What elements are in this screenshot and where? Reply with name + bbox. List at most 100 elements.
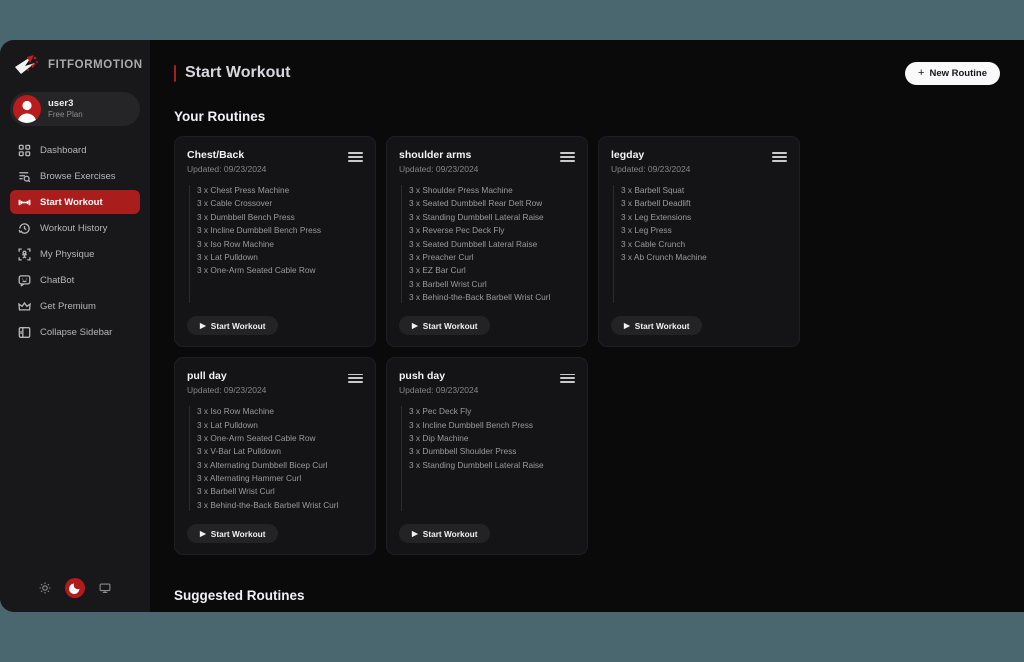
sidebar-item-label: Browse Exercises [40, 170, 116, 182]
exercise-item: 3 x Cable Crunch [621, 238, 686, 249]
hamburger-menu-icon[interactable] [560, 150, 575, 164]
sidebar-item-dashboard[interactable]: Dashboard [10, 138, 140, 162]
play-icon: ▶ [200, 528, 206, 538]
routine-card[interactable]: pull day Updated: 09/23/2024 3 x Iso Row… [174, 357, 376, 555]
page-title: Start Workout [185, 64, 291, 81]
routine-title: shoulder arms [399, 149, 472, 161]
start-workout-button[interactable]: ▶ Start Workout [399, 316, 491, 336]
exercise-list: 3 x Barbell Squat 3 x Barbell Deadlift 3… [613, 185, 787, 304]
routine-updated: Updated: 09/23/2024 [187, 164, 267, 174]
sidebar-item-start-workout[interactable]: Start Workout [10, 190, 140, 214]
exercise-item: 3 x One-Arm Seated Cable Row [197, 265, 316, 276]
sidebar-item-label: Collapse Sidebar [40, 326, 113, 338]
sidebar-item-label: ChatBot [40, 274, 75, 286]
system-theme-button[interactable] [95, 578, 115, 598]
your-routines-heading: Your Routines [174, 109, 266, 124]
sidebar-item-workout-history[interactable]: Workout History [10, 216, 140, 240]
routine-card[interactable]: push day Updated: 09/23/2024 3 x Pec Dec… [386, 357, 588, 555]
exercise-item: 3 x Iso Row Machine [197, 406, 275, 417]
user-plan: Free Plan [48, 109, 83, 119]
new-routine-label: New Routine [929, 67, 987, 79]
start-workout-label: Start Workout [422, 528, 478, 539]
user-avatar-icon [13, 95, 41, 123]
hamburger-menu-icon[interactable] [772, 150, 787, 164]
routine-card-header: pull day Updated: 09/23/2024 [187, 370, 363, 395]
routine-card-header: shoulder arms Updated: 09/23/2024 [399, 149, 575, 174]
routine-card[interactable]: Chest/Back Updated: 09/23/2024 3 x Chest… [174, 136, 376, 348]
hamburger-menu-icon[interactable] [348, 371, 363, 385]
crown-icon [18, 300, 31, 313]
sidebar-item-chatbot[interactable]: ChatBot [10, 268, 140, 292]
play-icon: ▶ [412, 320, 418, 330]
fitformotion-logo-icon [14, 54, 40, 76]
play-icon: ▶ [624, 320, 630, 330]
grid-dashboard-icon [18, 144, 31, 157]
exercise-list: 3 x Chest Press Machine 3 x Cable Crosso… [189, 185, 363, 304]
clock-history-icon [18, 222, 31, 235]
routine-updated: Updated: 09/23/2024 [399, 164, 479, 174]
sidebar-item-label: My Physique [40, 248, 95, 260]
exercise-item: 3 x Seated Dumbbell Lateral Raise [409, 238, 538, 249]
exercise-item: 3 x Lat Pulldown [197, 419, 258, 430]
exercise-item: 3 x Barbell Wrist Curl [409, 278, 487, 289]
start-workout-label: Start Workout [634, 320, 690, 331]
sidebar: FITFORMOTION user3 Free Plan Dashboard B… [0, 40, 150, 612]
play-icon: ▶ [412, 528, 418, 538]
exercise-item: 3 x Standing Dumbbell Lateral Raise [409, 459, 544, 470]
start-workout-label: Start Workout [422, 320, 478, 331]
exercise-item: 3 x Shoulder Press Machine [409, 185, 513, 195]
exercise-item: 3 x Pec Deck Fly [409, 406, 472, 417]
exercise-item: 3 x Chest Press Machine [197, 185, 290, 195]
start-workout-label: Start Workout [210, 320, 266, 331]
panel-collapse-icon [18, 326, 31, 339]
moon-icon [69, 583, 80, 594]
theme-switcher [0, 564, 150, 612]
start-workout-button[interactable]: ▶ Start Workout [399, 524, 491, 543]
routine-card-grid: Chest/Back Updated: 09/23/2024 3 x Chest… [174, 136, 1000, 555]
exercise-item: 3 x EZ Bar Curl [409, 265, 466, 276]
page-header: Start Workout + New Routine [174, 58, 1000, 88]
sidebar-nav: Dashboard Browse Exercises Start Workout… [0, 138, 150, 344]
start-workout-button[interactable]: ▶ Start Workout [611, 316, 703, 336]
start-workout-button[interactable]: ▶ Start Workout [187, 524, 279, 543]
exercise-list: 3 x Shoulder Press Machine 3 x Seated Du… [401, 185, 575, 304]
start-workout-label: Start Workout [210, 528, 266, 539]
sidebar-item-label: Dashboard [40, 144, 87, 156]
routine-title: Chest/Back [187, 149, 245, 161]
routine-card[interactable]: legday Updated: 09/23/2024 3 x Barbell S… [598, 136, 800, 348]
app-window: FITFORMOTION user3 Free Plan Dashboard B… [0, 40, 1024, 612]
user-profile-card[interactable]: user3 Free Plan [10, 92, 140, 126]
plus-icon: + [918, 66, 925, 79]
new-routine-button[interactable]: + New Routine [905, 61, 1000, 85]
routine-card[interactable]: shoulder arms Updated: 09/23/2024 3 x Sh… [386, 136, 588, 348]
list-search-icon [18, 170, 31, 183]
sidebar-item-my-physique[interactable]: My Physique [10, 242, 140, 266]
start-workout-button[interactable]: ▶ Start Workout [187, 316, 279, 336]
chat-bubble-icon [18, 274, 31, 287]
user-name: user3 [48, 97, 74, 109]
exercise-item: 3 x Preacher Curl [409, 251, 474, 262]
suggested-routines-heading: Suggested Routines [174, 588, 305, 603]
routine-card-header: legday Updated: 09/23/2024 [611, 149, 787, 174]
monitor-icon [99, 583, 111, 594]
exercise-item: 3 x Leg Press [621, 225, 672, 236]
brand: FITFORMOTION [0, 40, 150, 88]
sidebar-item-label: Workout History [40, 222, 108, 234]
exercise-item: 3 x Alternating Dumbbell Bicep Curl [197, 459, 328, 470]
sidebar-item-collapse-sidebar[interactable]: Collapse Sidebar [10, 320, 140, 344]
exercise-item: 3 x Dumbbell Shoulder Press [409, 446, 517, 457]
brand-name: FITFORMOTION [48, 59, 143, 71]
sidebar-item-get-premium[interactable]: Get Premium [10, 294, 140, 318]
exercise-item: 3 x Barbell Squat [621, 185, 685, 195]
hamburger-menu-icon[interactable] [348, 150, 363, 164]
routine-card-header: push day Updated: 09/23/2024 [399, 370, 575, 395]
exercise-item: 3 x Leg Extensions [621, 211, 692, 222]
title-accent-bar [174, 64, 176, 82]
exercise-item: 3 x Incline Dumbbell Bench Press [197, 225, 322, 236]
hamburger-menu-icon[interactable] [560, 371, 575, 385]
light-theme-button[interactable] [35, 578, 55, 598]
routine-updated: Updated: 09/23/2024 [399, 385, 479, 396]
dark-theme-button[interactable] [65, 578, 85, 598]
sidebar-item-browse-exercises[interactable]: Browse Exercises [10, 164, 140, 188]
dumbbell-icon [18, 196, 31, 209]
